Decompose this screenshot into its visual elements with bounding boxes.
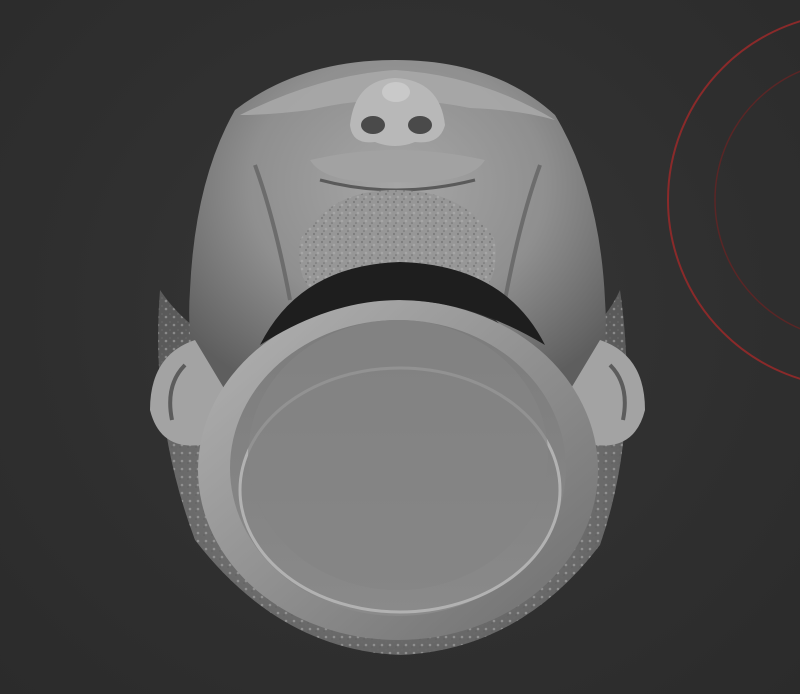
gizmo-inner-ring[interactable] — [714, 60, 800, 340]
gizmo-outer-ring[interactable] — [667, 13, 800, 387]
3d-viewport[interactable] — [0, 0, 800, 694]
rotation-gizmo-icon[interactable] — [667, 13, 800, 387]
ring-sculpt-model[interactable] — [150, 60, 645, 655]
ring-bore-floor — [248, 320, 548, 590]
viewport-canvas[interactable] — [0, 0, 800, 694]
